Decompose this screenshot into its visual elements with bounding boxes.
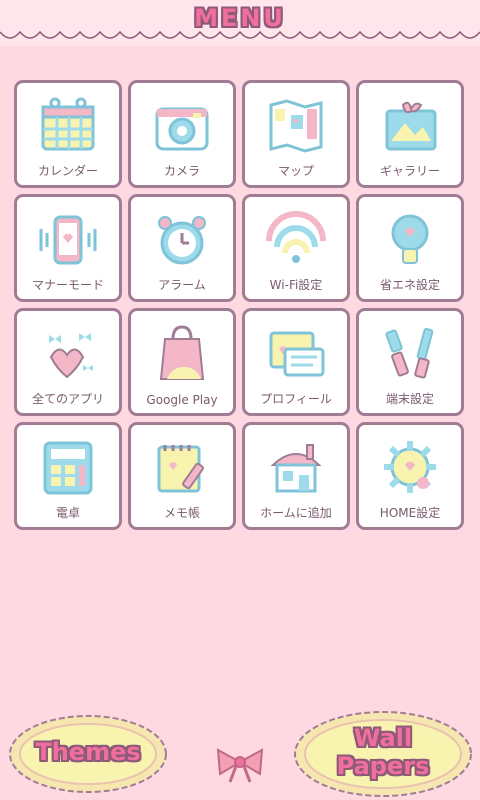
tile-label: 全てのアプリ [31,392,104,406]
tile-label: 省エネ設定 [379,278,440,292]
tile-label: プロフィール [260,392,332,406]
tile-label: カレンダー [37,164,98,178]
shopping-bag-icon [159,325,205,380]
tile-label: アラーム [158,278,206,292]
wallpapers-label-line2: Papers [336,752,430,780]
tile-memo[interactable]: メモ帳 [128,422,236,530]
tile-camera[interactable]: カメラ [128,80,236,188]
tile-wifi[interactable]: Wi-Fi設定 [242,194,350,302]
tile-gallery[interactable]: ギャラリー [356,80,464,188]
phone-vibrate-icon [39,215,97,265]
tile-all-apps[interactable]: 全てのアプリ [14,308,122,416]
tile-map[interactable]: マップ [242,80,350,188]
tile-label: 電卓 [55,506,80,520]
calendar-icon [41,97,95,151]
tools-icon [385,327,434,379]
wifi-icon [266,211,326,263]
tile-label: Wi-Fi設定 [269,278,323,292]
bottom-bar: Themes Wall Papers [0,700,480,800]
hearts-icon [49,333,93,379]
tile-device-settings[interactable]: 端末設定 [356,308,464,416]
themes-label: Themes [35,738,141,766]
tile-label: ギャラリー [379,164,440,178]
gear-icon [384,441,436,493]
tile-calendar[interactable]: カレンダー [14,80,122,188]
tile-label: Google Play [146,393,218,407]
tile-label: マナーモード [31,278,104,292]
page-title: MENU [194,4,286,32]
house-icon [270,444,322,493]
tile-alarm[interactable]: アラーム [128,194,236,302]
tile-label: カメラ [163,164,200,178]
notepad-icon [157,445,204,493]
tile-label: HOME設定 [379,506,441,520]
themes-button[interactable]: Themes [8,712,168,796]
tile-label: メモ帳 [163,506,200,520]
wallpapers-label-line1: Wall [353,724,413,752]
tile-calculator[interactable]: 電卓 [14,422,122,530]
map-icon [269,99,323,153]
app-grid: カレンダー カメラ マップ ギャラリー マナーモード アラーム Wi-Fi設定 … [14,80,466,532]
tile-profile[interactable]: プロフィール [242,308,350,416]
header: MENU [0,0,480,46]
tile-eco[interactable]: 省エネ設定 [356,194,464,302]
tile-label: ホームに追加 [260,506,332,520]
tile-label: 端末設定 [385,392,434,406]
tile-manner-mode[interactable]: マナーモード [14,194,122,302]
alarm-clock-icon [158,216,206,265]
profile-card-icon [269,331,325,377]
tile-google-play[interactable]: Google Play [128,308,236,416]
wallpapers-button[interactable]: Wall Papers [292,708,474,800]
tile-home-settings[interactable]: HOME設定 [356,422,464,530]
gallery-icon [385,101,437,151]
lightbulb-icon [391,214,429,264]
tile-add-home[interactable]: ホームに追加 [242,422,350,530]
bow-icon [214,744,266,784]
calculator-icon [43,441,93,495]
camera-icon [155,107,209,151]
tile-label: マップ [277,164,314,178]
